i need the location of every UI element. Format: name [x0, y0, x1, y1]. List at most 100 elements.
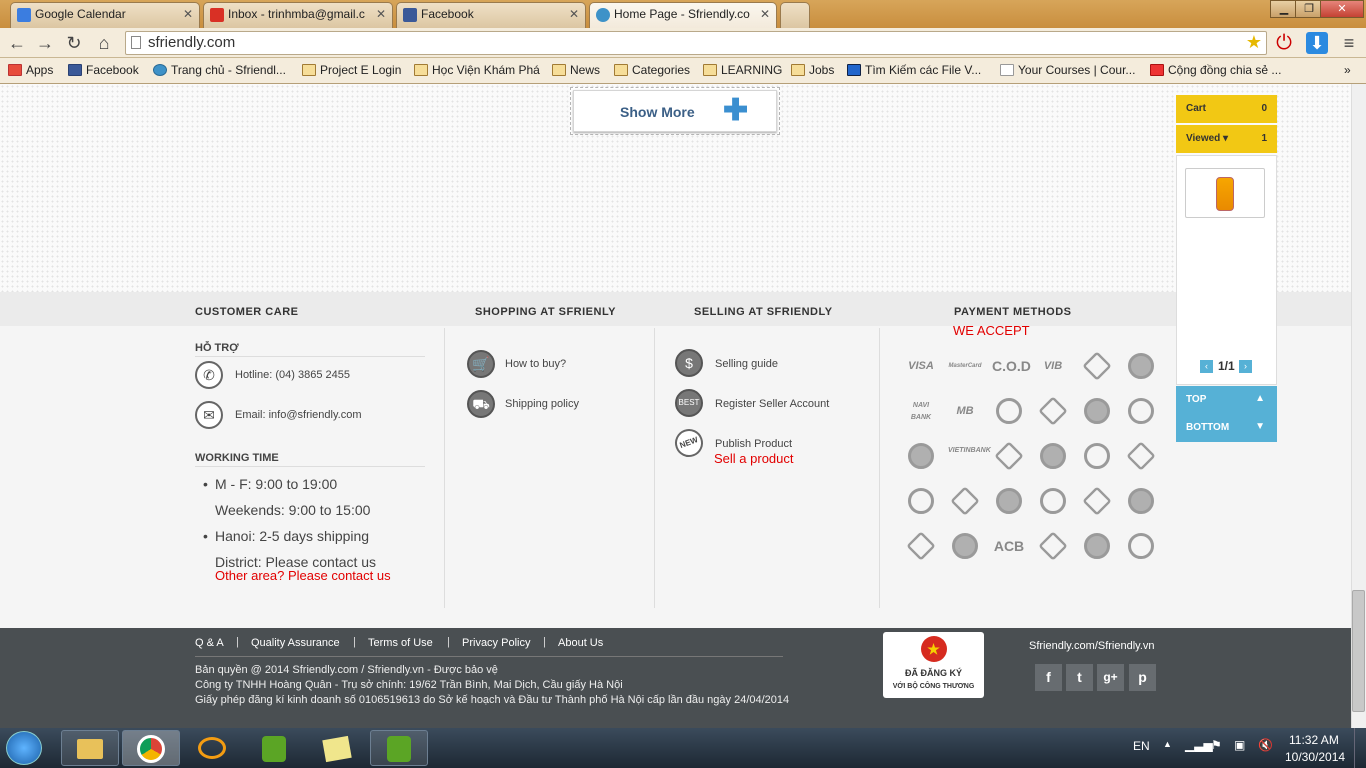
site-footer: Q & A | Quality Assurance | Terms of Use…: [0, 628, 1351, 728]
forward-icon[interactable]: →: [34, 32, 56, 54]
show-desktop-button[interactable]: [1354, 728, 1366, 768]
footer-link-quality[interactable]: Quality Assurance: [251, 637, 340, 649]
sell-product-link[interactable]: Sell a product: [714, 451, 794, 466]
google-plus-icon[interactable]: g+: [1097, 664, 1124, 691]
next-icon[interactable]: ›: [1239, 360, 1252, 373]
scroll-bottom-button[interactable]: BOTTOM ▼: [1176, 414, 1277, 442]
language-indicator[interactable]: EN: [1133, 739, 1150, 753]
show-more-button[interactable]: Show More ✚: [570, 87, 780, 135]
cart-count: 0: [1261, 103, 1267, 114]
email-link[interactable]: Email: info@sfriendly.com: [235, 409, 362, 421]
reload-icon[interactable]: ↻: [63, 32, 85, 54]
bank-logo-icon: [1082, 351, 1112, 381]
pinterest-icon[interactable]: p: [1129, 664, 1156, 691]
bank-logo-icon: [1082, 486, 1112, 516]
menu-icon[interactable]: ≡: [1338, 32, 1360, 54]
footer-link-terms[interactable]: Terms of Use: [368, 637, 433, 649]
tab-facebook[interactable]: Facebook ✕: [396, 2, 586, 28]
facebook-icon[interactable]: f: [1035, 664, 1062, 691]
star-icon[interactable]: ★: [1246, 32, 1262, 53]
site-name: Sfriendly.com/Sfriendly.vn: [1029, 640, 1155, 652]
minimize-button[interactable]: ▁: [1270, 0, 1298, 18]
viewed-button[interactable]: Viewed ▾ 1: [1176, 125, 1277, 153]
how-to-buy-link[interactable]: How to buy?: [505, 358, 566, 370]
cart-button[interactable]: Cart 0: [1176, 95, 1277, 123]
app-taskbar-icon[interactable]: [183, 730, 241, 766]
bookmark-news[interactable]: News: [552, 63, 600, 77]
bookmarks-overflow-icon[interactable]: »: [1344, 63, 1351, 77]
scrollbar-thumb[interactable]: [1352, 590, 1365, 712]
registered-certificate-badge[interactable]: ★ ĐÃ ĐĂNG KÝ VỚI BỘ CÔNG THƯƠNG: [883, 632, 984, 698]
tab-google-calendar[interactable]: Google Calendar ✕: [10, 2, 200, 28]
bank-logo-icon: [996, 398, 1022, 424]
bookmark-your-courses[interactable]: Your Courses | Cour...: [1000, 63, 1135, 77]
url-text: sfriendly.com: [148, 34, 236, 51]
divider: [444, 328, 445, 608]
back-icon[interactable]: ←: [6, 32, 28, 54]
explorer-taskbar-icon[interactable]: [61, 730, 119, 766]
footer-link-qa[interactable]: Q & A: [195, 637, 224, 649]
flag-icon[interactable]: ⚑: [1211, 738, 1222, 752]
close-icon[interactable]: ✕: [569, 7, 579, 21]
prev-icon[interactable]: ‹: [1200, 360, 1213, 373]
tab-title: Google Calendar: [35, 7, 126, 21]
evernote-taskbar-icon[interactable]: [245, 730, 303, 766]
register-seller-link[interactable]: Register Seller Account: [715, 398, 829, 410]
viewed-product-thumb[interactable]: [1185, 168, 1265, 218]
address-bar[interactable]: sfriendly.com ★: [125, 31, 1267, 55]
bookmark-trang-chu[interactable]: Trang chủ - Sfriendl...: [153, 63, 286, 77]
close-window-button[interactable]: ✕: [1320, 0, 1364, 18]
clock-time[interactable]: 11:32 AM: [1289, 733, 1339, 747]
bookmark-categories[interactable]: Categories: [614, 63, 690, 77]
bookmark-jobs[interactable]: Jobs: [791, 63, 834, 77]
bookmark-tim-kiem[interactable]: Tìm Kiếm các File V...: [847, 63, 981, 77]
download-icon[interactable]: ⬇: [1306, 32, 1328, 54]
footer-link-privacy[interactable]: Privacy Policy: [462, 637, 530, 649]
facebook-icon: [68, 64, 82, 76]
chrome-taskbar-icon[interactable]: [122, 730, 180, 766]
start-button[interactable]: [6, 731, 42, 765]
divider: [654, 328, 655, 608]
bank-logo-icon: [1128, 533, 1154, 559]
footer-link-about[interactable]: About Us: [558, 637, 603, 649]
folder-icon: [414, 64, 428, 76]
evernote-taskbar-icon-2[interactable]: [370, 730, 428, 766]
selling-guide-link[interactable]: Selling guide: [715, 358, 778, 370]
shipping-policy-link[interactable]: Shipping policy: [505, 398, 579, 410]
separator: |: [447, 636, 450, 648]
payment-icon: NAVI BANK: [910, 402, 932, 421]
close-icon[interactable]: ✕: [183, 7, 193, 21]
bookmark-facebook[interactable]: Facebook: [68, 63, 139, 77]
close-icon[interactable]: ✕: [376, 7, 386, 21]
bookmark-learning[interactable]: LEARNING: [703, 63, 782, 77]
copyright-text: Bản quyền @ 2014 Sfriendly.com / Sfriend…: [195, 664, 498, 676]
bookmark-project-e[interactable]: Project E Login: [302, 63, 401, 77]
sfriendly-icon: [153, 64, 167, 76]
twitter-icon[interactable]: t: [1066, 664, 1093, 691]
bank-logo-icon: [1084, 398, 1110, 424]
bookmark-hoc-vien[interactable]: Học Viện Khám Phá: [414, 63, 540, 77]
bank-logo-icon: [996, 488, 1022, 514]
clock-date[interactable]: 10/30/2014: [1285, 750, 1345, 764]
maximize-button[interactable]: ❐: [1295, 0, 1323, 18]
payment-icon: [904, 443, 938, 469]
other-area-link[interactable]: Other area? Please contact us: [215, 568, 391, 583]
adblock-icon[interactable]: ⏻: [1273, 32, 1295, 54]
device-icon[interactable]: ▣: [1234, 738, 1245, 752]
tab-home-page[interactable]: Home Page - Sfriendly.co ✕: [589, 2, 777, 28]
volume-muted-icon[interactable]: 🔇: [1258, 738, 1273, 752]
new-tab-button[interactable]: [780, 2, 810, 28]
working-time-heading: WORKING TIME: [195, 452, 425, 467]
home-icon[interactable]: ⌂: [93, 32, 115, 54]
browser-tab-strip: Google Calendar ✕ Inbox - trinhmba@gmail…: [0, 0, 1366, 28]
show-hidden-icons[interactable]: ▲: [1163, 739, 1172, 749]
close-icon[interactable]: ✕: [760, 7, 770, 21]
tab-inbox[interactable]: Inbox - trinhmba@gmail.c ✕: [203, 2, 393, 28]
bookmark-cong-dong[interactable]: Cộng đồng chia sẻ ...: [1150, 63, 1281, 77]
sticky-notes-taskbar-icon[interactable]: [308, 730, 366, 766]
publish-product-link[interactable]: Publish Product: [715, 438, 792, 450]
scroll-top-button[interactable]: TOP ▲: [1176, 386, 1277, 414]
bookmark-apps[interactable]: Apps: [8, 63, 53, 77]
viewed-panel: ‹ 1/1 ›: [1176, 155, 1277, 385]
network-icon[interactable]: ▁▃▅: [1185, 738, 1213, 752]
